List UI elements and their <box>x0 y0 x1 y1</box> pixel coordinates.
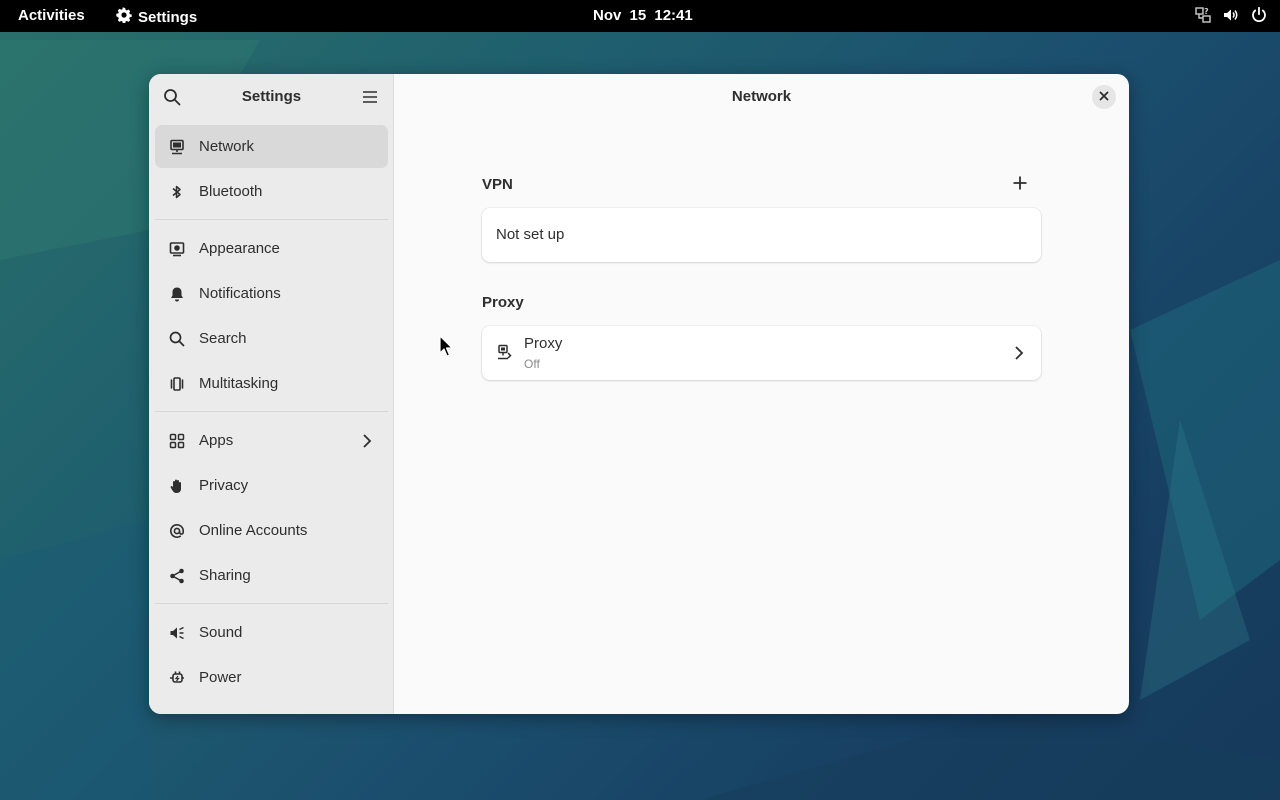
add-vpn-button[interactable] <box>1012 175 1028 196</box>
power-plug-icon <box>169 670 185 686</box>
system-tray[interactable]: ? <box>1194 6 1268 24</box>
bluetooth-icon <box>169 184 185 200</box>
appearance-icon <box>169 241 185 257</box>
sidebar-item-appearance[interactable]: Appearance <box>155 227 388 270</box>
gear-icon <box>116 7 132 27</box>
app-menu-label: Settings <box>138 8 198 26</box>
share-icon <box>169 568 185 584</box>
volume-icon <box>1222 6 1240 24</box>
page-title: Network <box>731 88 792 105</box>
sidebar-item-label: Appearance <box>199 240 280 257</box>
sidebar-separator <box>155 411 388 412</box>
sidebar-item-notifications[interactable]: Notifications <box>155 272 388 315</box>
sidebar-nav: Network Bluetooth Appearance Notificatio… <box>155 125 388 701</box>
vpn-card: Not set up <box>482 208 1041 262</box>
speaker-icon <box>169 625 185 641</box>
activities-button[interactable]: Activities <box>18 7 85 24</box>
sidebar-item-label: Search <box>199 330 247 347</box>
sidebar-item-label: Online Accounts <box>199 522 308 539</box>
sidebar-item-privacy[interactable]: Privacy <box>155 464 388 507</box>
content-panel: Network VPN Not set up Proxy Proxy Off <box>394 74 1129 714</box>
network-unknown-icon: ? <box>1194 6 1212 24</box>
mouse-cursor-icon <box>439 335 453 362</box>
apps-grid-icon <box>169 433 185 449</box>
vpn-section-title: VPN <box>482 176 513 193</box>
at-sign-icon <box>169 523 185 539</box>
proxy-row-subtitle: Off <box>524 357 540 371</box>
sidebar-item-multitasking[interactable]: Multitasking <box>155 362 388 405</box>
chevron-right-icon <box>1014 345 1024 366</box>
sidebar-item-label: Apps <box>199 432 234 449</box>
proxy-icon <box>496 344 512 365</box>
network-wired-icon <box>169 139 185 155</box>
sidebar-item-network[interactable]: Network <box>155 125 388 168</box>
proxy-row[interactable]: Proxy Off <box>482 326 1041 380</box>
vpn-status: Not set up <box>496 226 565 243</box>
sidebar-item-sound[interactable]: Sound <box>155 611 388 654</box>
sidebar-item-label: Multitasking <box>199 375 279 392</box>
sidebar-item-power[interactable]: Power <box>155 656 388 699</box>
sidebar-item-label: Sound <box>199 624 243 641</box>
top-bar: Activities Settings Nov 15 12:41 ? <box>0 0 1280 32</box>
sidebar-item-label: Sharing <box>199 567 251 584</box>
sidebar-item-bluetooth[interactable]: Bluetooth <box>155 170 388 213</box>
settings-window: Settings Network Bluetooth Appearance No… <box>149 74 1129 714</box>
multitasking-icon <box>169 376 185 392</box>
close-icon <box>1099 88 1109 106</box>
app-menu-button[interactable]: Settings <box>116 7 197 27</box>
sidebar-item-label: Bluetooth <box>199 183 263 200</box>
chevron-right-icon <box>362 433 372 453</box>
plus-icon <box>1013 176 1027 190</box>
bell-icon <box>169 286 185 302</box>
sidebar-title: Settings <box>241 88 302 105</box>
proxy-row-title: Proxy <box>524 335 563 352</box>
sidebar: Settings Network Bluetooth Appearance No… <box>149 74 394 714</box>
sidebar-item-label: Network <box>199 138 255 155</box>
search-icon <box>169 331 185 347</box>
hand-icon <box>169 478 185 494</box>
sidebar-item-label: Power <box>199 669 242 686</box>
sidebar-item-apps[interactable]: Apps <box>155 419 388 462</box>
close-button[interactable] <box>1092 85 1116 109</box>
sidebar-item-search[interactable]: Search <box>155 317 388 360</box>
clock[interactable]: Nov 15 12:41 <box>593 7 693 24</box>
sidebar-item-sharing[interactable]: Sharing <box>155 554 388 597</box>
sidebar-item-label: Privacy <box>199 477 249 494</box>
power-icon <box>1250 6 1268 24</box>
content-header: Network <box>394 74 1129 120</box>
svg-text:?: ? <box>1204 7 1209 16</box>
hamburger-menu-icon[interactable] <box>362 89 378 110</box>
sidebar-item-online-accounts[interactable]: Online Accounts <box>155 509 388 552</box>
proxy-section-title: Proxy <box>482 294 524 311</box>
sidebar-separator <box>155 219 388 220</box>
sidebar-header: Settings <box>149 74 393 120</box>
sidebar-item-label: Notifications <box>199 285 281 302</box>
sidebar-separator <box>155 603 388 604</box>
